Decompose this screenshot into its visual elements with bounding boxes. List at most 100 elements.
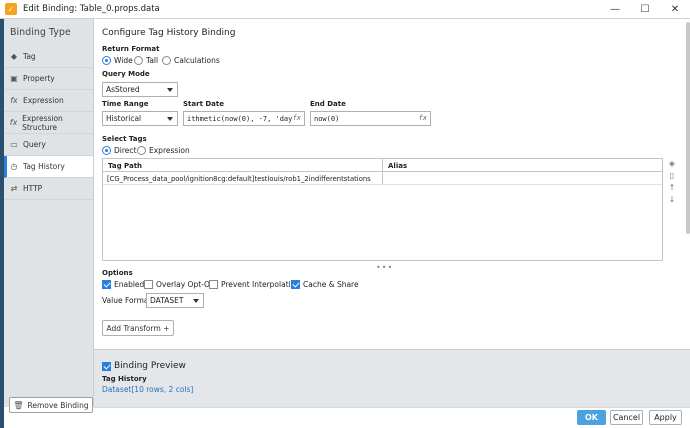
return-format-label: Return Format	[102, 45, 160, 53]
sidebar-item-expression-structure[interactable]: fx Expression Structure	[4, 112, 93, 134]
radio-label: Wide	[114, 56, 133, 65]
tag-path-cell[interactable]: [CG_Process_data_pool/ignition8cg:defaul…	[103, 172, 383, 184]
checkbox[interactable]	[102, 361, 111, 371]
checkbox-label: Prevent Interpolation	[221, 280, 301, 289]
binding-preview-toggle[interactable]: Binding Preview	[102, 361, 186, 371]
trash-icon[interactable]: ▯	[667, 171, 677, 183]
cache-share-checkbox[interactable]: Cache & Share	[291, 280, 359, 289]
binding-type-sidebar: Binding Type ◆ Tag ▣ Property fx Expression fx…	[4, 19, 94, 413]
select-tags-label: Select Tags	[102, 135, 147, 143]
clock-icon: ◷	[10, 162, 18, 171]
radio-button[interactable]	[102, 146, 111, 155]
preview-value[interactable]: Dataset[10 rows, 2 cols]	[102, 385, 193, 394]
binding-preview-panel: Binding Preview Tag History Dataset[10 r…	[94, 349, 690, 407]
window-title: Edit Binding: Table_0.props.data	[23, 4, 160, 14]
arrow-down-icon[interactable]: ↓	[667, 195, 677, 207]
http-icon: ⇄	[10, 184, 18, 193]
column-header-tag-path[interactable]: Tag Path	[103, 159, 383, 171]
radio-button[interactable]	[134, 56, 143, 65]
prevent-interpolation-checkbox[interactable]: Prevent Interpolation	[209, 280, 300, 289]
sidebar-item-query[interactable]: ▭ Query	[4, 134, 93, 156]
end-date-label: End Date	[310, 100, 346, 108]
checkbox[interactable]	[144, 280, 153, 289]
start-date-input[interactable]: ithmetic(now(0), -7, 'day') fx	[183, 111, 305, 126]
sidebar-item-expression[interactable]: fx Expression	[4, 90, 93, 112]
radio-calculations[interactable]: Calculations	[162, 56, 220, 65]
sidebar-item-label: Tag History	[23, 162, 65, 171]
alias-cell[interactable]	[383, 172, 388, 184]
query-icon: ▭	[10, 140, 18, 149]
checkbox[interactable]	[209, 280, 218, 289]
fx-icon: fx	[10, 96, 18, 105]
remove-binding-label: Remove Binding	[27, 400, 89, 410]
value-format-select[interactable]: DATASET	[146, 293, 204, 308]
fx-icon: fx	[9, 118, 18, 127]
chevron-down-icon	[167, 117, 173, 121]
radio-button[interactable]	[137, 146, 146, 155]
query-mode-label: Query Mode	[102, 70, 150, 78]
minimize-button[interactable]: —	[600, 0, 630, 19]
table-row[interactable]: [CG_Process_data_pool/ignition8cg:defaul…	[103, 172, 662, 185]
checkbox[interactable]	[102, 280, 111, 289]
checkbox-label: Cache & Share	[303, 280, 359, 289]
radio-expression[interactable]: Expression	[137, 146, 190, 155]
query-mode-select[interactable]: AsStored	[102, 82, 178, 97]
end-date-input[interactable]: now(0) fx	[310, 111, 431, 126]
radio-wide[interactable]: Wide	[102, 56, 133, 65]
radio-button[interactable]	[162, 56, 171, 65]
close-button[interactable]: ✕	[660, 0, 690, 19]
time-range-select[interactable]: Historical	[102, 111, 178, 126]
radio-direct[interactable]: Direct	[102, 146, 136, 155]
tag-icon: ◆	[10, 52, 18, 61]
time-range-label: Time Range	[102, 100, 149, 108]
tag-path-table: Tag Path Alias [CG_Process_data_pool/ign…	[102, 158, 663, 261]
checkbox-label: Enabled	[114, 280, 145, 289]
scrollbar[interactable]	[686, 22, 690, 234]
resize-grip-icon[interactable]: •••	[376, 263, 393, 272]
sidebar-item-label: Expression	[23, 96, 64, 105]
cancel-button[interactable]: Cancel	[610, 410, 643, 425]
value-format-value: DATASET	[150, 296, 184, 305]
sidebar-item-label: HTTP	[23, 184, 43, 193]
preview-label: Tag History	[102, 375, 147, 383]
options-label: Options	[102, 269, 133, 277]
sidebar-item-label: Expression Structure	[22, 113, 63, 132]
radio-label: Calculations	[174, 56, 220, 65]
radio-button[interactable]	[102, 56, 111, 65]
start-date-value: ithmetic(now(0), -7, 'day')	[187, 114, 301, 123]
sidebar-item-label: Query	[23, 140, 46, 149]
end-date-value: now(0)	[314, 114, 340, 123]
checkbox[interactable]	[291, 280, 300, 289]
property-icon: ▣	[10, 74, 18, 83]
apply-button[interactable]: Apply	[649, 410, 682, 425]
fx-icon[interactable]: fx	[418, 114, 427, 122]
arrow-up-icon[interactable]: ↑	[667, 183, 677, 195]
fx-icon[interactable]: fx	[292, 114, 301, 122]
enabled-checkbox[interactable]: Enabled	[102, 280, 144, 289]
table-side-toolbar: ◈ ▯ ↑ ↓	[667, 159, 677, 207]
value-format-label: Value Format	[102, 296, 152, 305]
remove-binding-button[interactable]: 🗑 Remove Binding	[9, 397, 93, 413]
add-transform-button[interactable]: Add Transform +	[102, 320, 174, 336]
sidebar-item-tag[interactable]: ◆ Tag	[4, 46, 93, 68]
ignition-icon: ✓	[5, 3, 17, 15]
maximize-button[interactable]: ☐	[630, 0, 660, 19]
ok-button[interactable]: OK	[577, 410, 606, 425]
column-header-alias[interactable]: Alias	[383, 159, 407, 171]
sidebar-item-property[interactable]: ▣ Property	[4, 68, 93, 90]
page-title: Configure Tag History Binding	[102, 28, 236, 38]
radio-tall[interactable]: Tall	[134, 56, 158, 65]
title-bar: ✓ Edit Binding: Table_0.props.data — ☐ ✕	[0, 0, 690, 19]
chevron-down-icon	[193, 299, 199, 303]
table-header: Tag Path Alias	[103, 159, 662, 172]
sidebar-item-label: Property	[23, 74, 55, 83]
radio-label: Expression	[149, 146, 190, 155]
tag-add-icon[interactable]: ◈	[667, 159, 677, 171]
chevron-down-icon	[167, 88, 173, 92]
sidebar-item-http[interactable]: ⇄ HTTP	[4, 178, 93, 200]
radio-label: Tall	[146, 56, 159, 65]
overlay-opt-out-checkbox[interactable]: Overlay Opt-Out	[144, 280, 218, 289]
dialog-footer: OK Cancel Apply	[94, 407, 690, 428]
sidebar-item-label: Tag	[23, 52, 36, 61]
sidebar-item-tag-history[interactable]: ◷ Tag History	[4, 156, 93, 178]
